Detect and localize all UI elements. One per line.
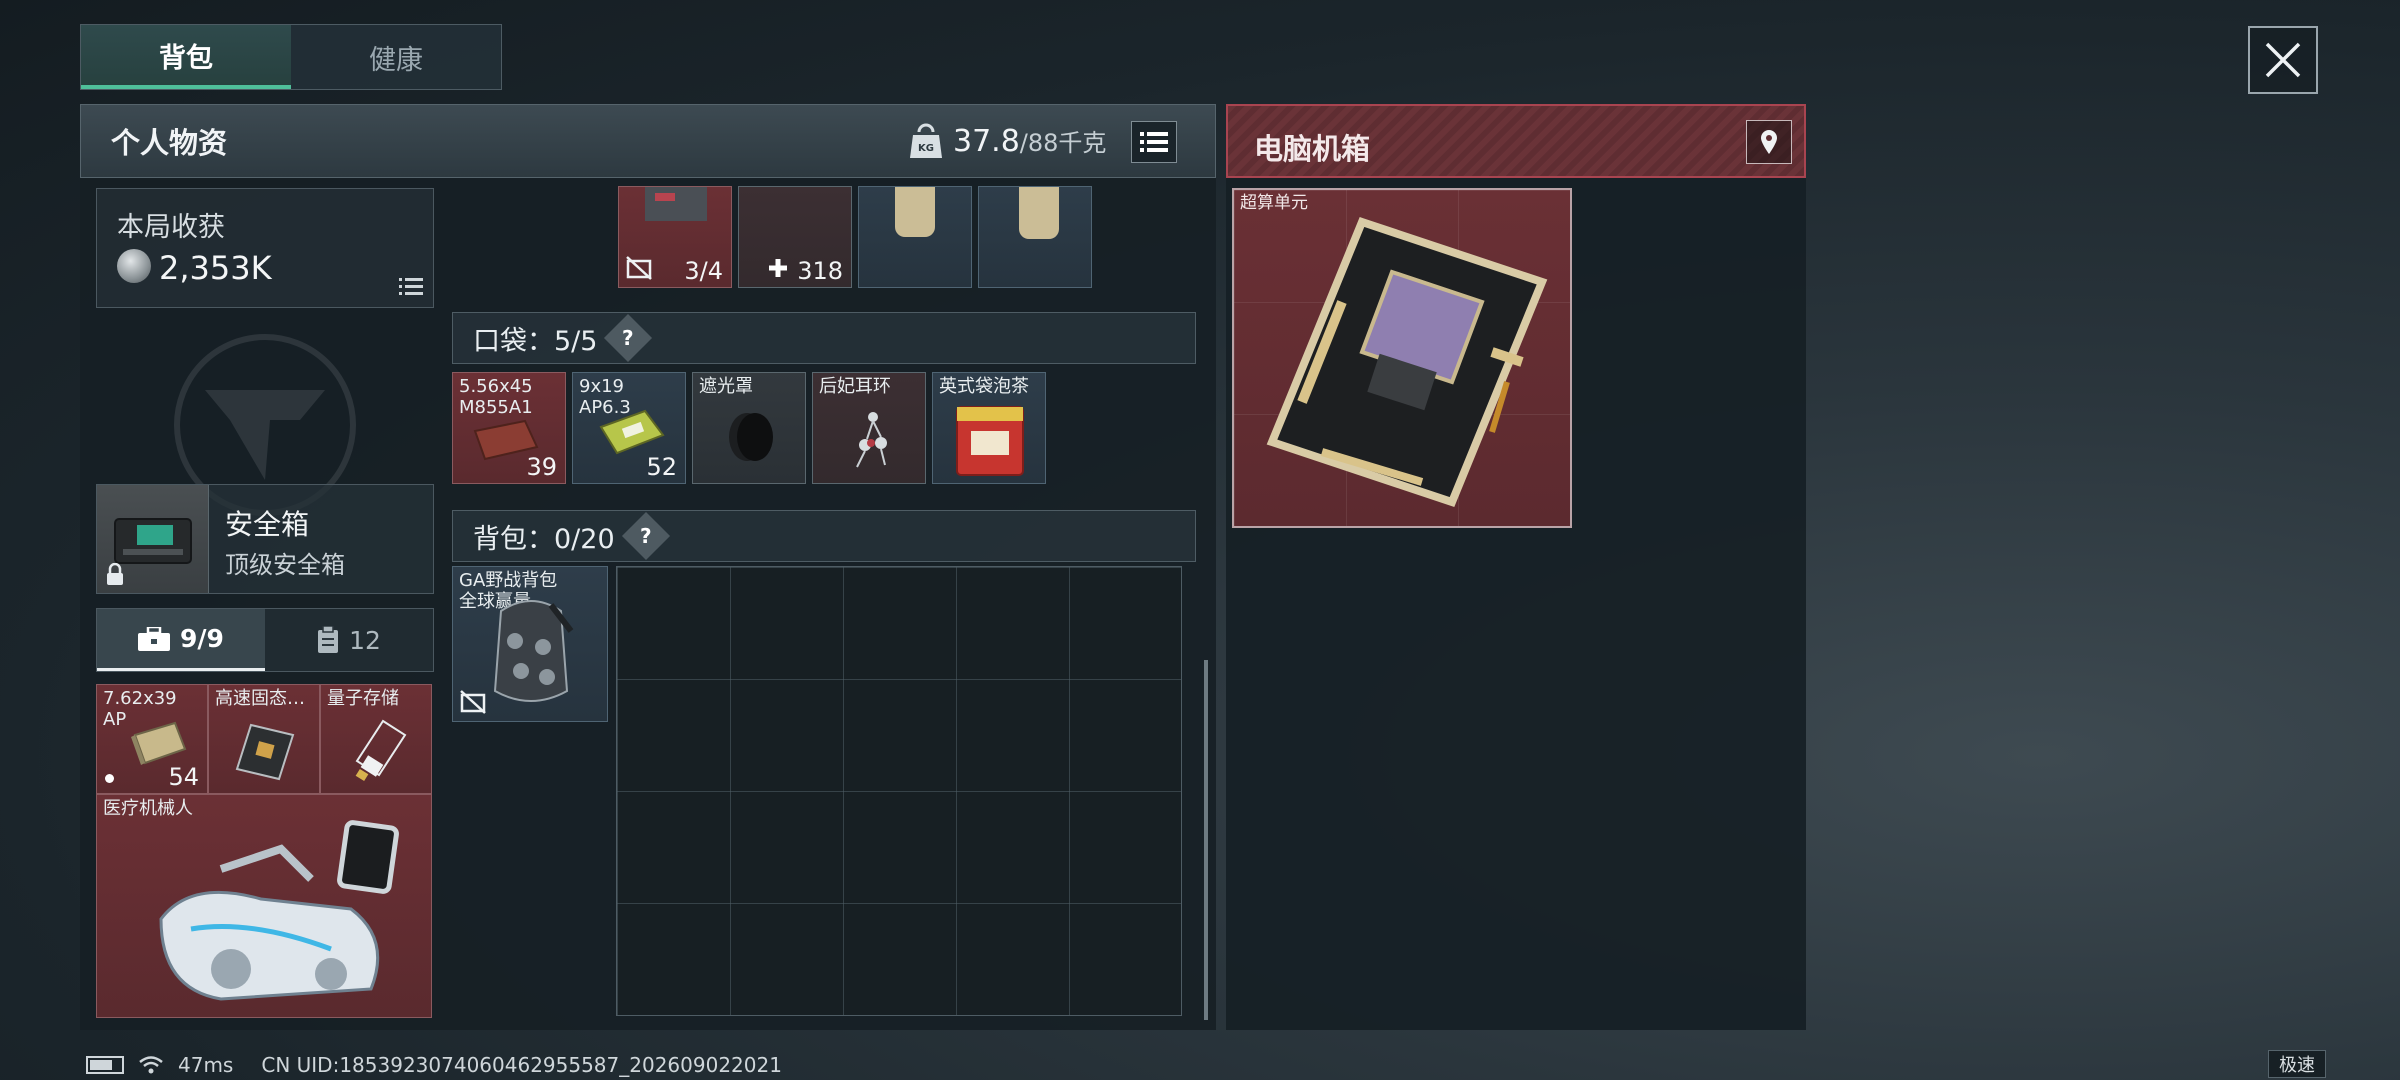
backpack-storage-grid[interactable] — [616, 566, 1182, 1016]
usb-drive-icon — [355, 719, 407, 782]
pc-case-item-supercompute-unit[interactable]: 超算单元 — [1232, 188, 1572, 528]
backpack-section-header: 背包：0/20 ? — [452, 510, 1196, 562]
close-icon — [2265, 42, 2301, 78]
safe-container[interactable]: 安全箱 顶级安全箱 — [96, 484, 434, 594]
panel-title: 个人物资 — [111, 126, 228, 160]
coin-icon — [117, 249, 151, 283]
no-insure-icon — [460, 690, 486, 714]
ammo-box-icon — [599, 409, 665, 455]
weight-icon: KG — [910, 123, 942, 158]
tab-backpack[interactable]: 背包 — [81, 25, 291, 89]
safe-item-ammo-762[interactable]: 7.62x39 AP 54 — [96, 684, 208, 794]
item-partial-3[interactable] — [858, 186, 972, 288]
backpack-icon — [493, 600, 574, 702]
item-armor-partial[interactable]: 3/4 — [618, 186, 732, 288]
item-count: 39 — [526, 453, 557, 481]
pocket-capacity: 5/5 — [554, 325, 598, 357]
list-icon — [399, 278, 423, 295]
plus-icon — [769, 259, 787, 277]
equipped-backpack[interactable]: GA野战背包 全球赢量 — [452, 566, 608, 722]
lock-icon — [107, 563, 123, 585]
item-label: 超算单元 — [1240, 193, 1308, 213]
durability-value: 3/4 — [684, 257, 723, 285]
safe-title: 安全箱 — [225, 508, 310, 541]
map-pin-icon — [1761, 130, 1777, 154]
pocket-label-text: 口袋： — [473, 325, 554, 357]
safe-subtitle: 顶级安全箱 — [225, 551, 345, 579]
item-label: 5.56x45 M855A1 — [459, 376, 533, 418]
personal-supplies-header: 个人物资 KG 37.8/88千克 — [80, 104, 1216, 178]
safe-segment-tabs: 9/9 12 — [96, 608, 434, 672]
tab-safe-records[interactable]: 12 — [265, 609, 433, 671]
safe-item-ssd[interactable]: 高速固态… — [208, 684, 320, 794]
close-button[interactable] — [2248, 26, 2318, 94]
pocket-item-earrings[interactable]: 后妃耳环 — [812, 372, 926, 484]
status-bar: 47ms CN UID:1853923074060462955587_20260… — [86, 1052, 782, 1078]
cylinder-icon — [895, 187, 935, 237]
motherboard-icon — [1266, 217, 1548, 507]
item-label: 英式袋泡茶 — [939, 376, 1029, 397]
item-medkit-partial[interactable]: 318 — [738, 186, 852, 288]
locate-button[interactable] — [1746, 120, 1792, 164]
lens-hood-icon — [729, 413, 773, 461]
weight-icon-text: KG — [918, 143, 934, 154]
help-icon-text: ? — [622, 325, 635, 350]
weight-readout: 37.8/88千克 — [953, 123, 1106, 159]
ping-value: 47ms — [178, 1053, 234, 1077]
top-tab-bar: 背包 健康 — [80, 24, 502, 90]
safe-thumbnail — [97, 485, 209, 593]
item-label: 量子存储 — [327, 688, 399, 709]
backpack-label: 背包：0/20 — [473, 517, 615, 556]
safe-records-count: 12 — [349, 625, 381, 655]
sort-list-button[interactable] — [1131, 121, 1177, 163]
pocket-item-ammo-9x19[interactable]: 9x19 AP6.3 52 — [572, 372, 686, 484]
pocket-label: 口袋：5/5 — [473, 319, 597, 358]
scrollbar[interactable] — [1204, 660, 1208, 1020]
cylinder-icon — [1019, 187, 1059, 239]
wifi-icon — [139, 1056, 163, 1074]
item-label: 高速固态… — [215, 688, 305, 709]
uid-text: CN UID:1853923074060462955587_2026090220… — [261, 1053, 782, 1077]
medkit-value: 318 — [797, 257, 843, 285]
pocket-item-ammo-556[interactable]: 5.56x45 M855A1 39 — [452, 372, 566, 484]
harvest-label: 本局收获 — [117, 212, 225, 243]
backpack-capacity: 0/20 — [554, 523, 615, 555]
tab-safe-slots[interactable]: 9/9 — [97, 609, 265, 671]
backpack-label-text: 背包： — [473, 523, 554, 555]
tab-health[interactable]: 健康 — [291, 25, 501, 89]
pc-case-title: 电脑机箱 — [1254, 132, 1371, 166]
item-label: 后妃耳环 — [819, 376, 891, 397]
item-count: 54 — [168, 763, 199, 791]
item-count: 52 — [646, 453, 677, 481]
help-icon[interactable]: ? — [621, 511, 670, 561]
help-icon[interactable]: ? — [604, 313, 653, 363]
safe-slots-count: 9/9 — [180, 624, 224, 653]
weight-current: 37.8 — [953, 124, 1020, 159]
item-partial-4[interactable] — [978, 186, 1092, 288]
ammo-box-icon — [131, 721, 187, 765]
safe-item-medical-robot[interactable]: 医疗机械人 — [96, 794, 432, 1018]
marker-dot-icon — [105, 774, 114, 783]
armor-vest-icon — [645, 187, 707, 221]
list-icon — [1140, 132, 1168, 152]
pocket-item-english-tea[interactable]: 英式袋泡茶 — [932, 372, 1046, 484]
item-label: 遮光罩 — [699, 376, 753, 397]
pocket-section-header: 口袋：5/5 ? — [452, 312, 1196, 364]
round-harvest-box[interactable]: 本局收获 2,353K — [96, 188, 434, 308]
pocket-item-lens-hood[interactable]: 遮光罩 — [692, 372, 806, 484]
battery-icon — [86, 1056, 124, 1074]
tea-tin-icon — [956, 406, 1024, 476]
toolbox-icon — [138, 626, 171, 651]
help-icon-text: ? — [639, 523, 652, 548]
safe-item-quantum-storage[interactable]: 量子存储 — [320, 684, 432, 794]
medical-robot-icon — [159, 820, 399, 1001]
no-insure-icon — [626, 256, 652, 280]
ssd-icon — [235, 723, 295, 781]
pc-case-header: 电脑机箱 — [1226, 104, 1806, 178]
harvest-value: 2,353K — [159, 249, 272, 287]
clipboard-icon — [318, 626, 339, 653]
weight-capacity: /88千克 — [1019, 129, 1107, 157]
speed-badge: 极速 — [2268, 1050, 2326, 1078]
earring-icon — [856, 412, 887, 468]
